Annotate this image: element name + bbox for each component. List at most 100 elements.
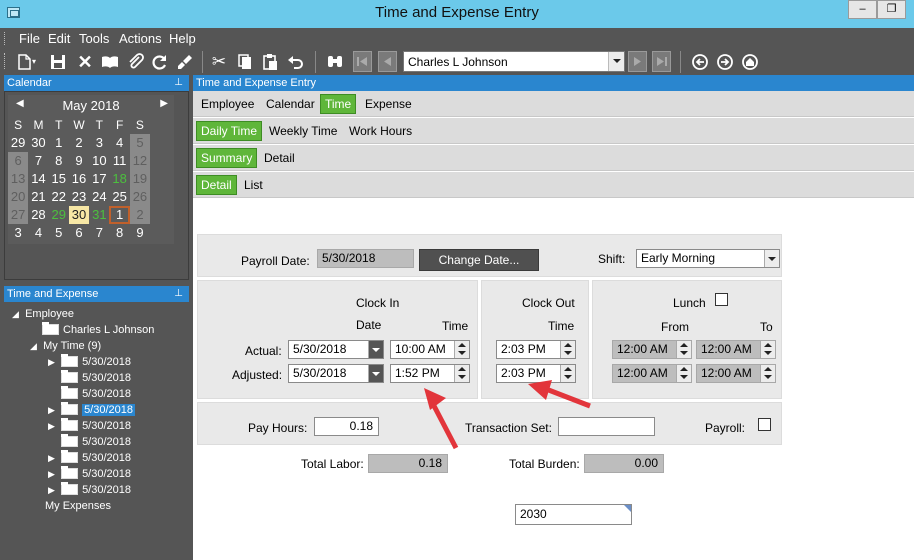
calendar-day[interactable]: 7	[89, 224, 109, 242]
tree-time-entry[interactable]: ▶ 5/30/2018	[48, 466, 131, 482]
shift-combo[interactable]: Early Morning	[636, 249, 780, 268]
calendar-day[interactable]: 17	[89, 170, 109, 188]
calendar-day[interactable]: 9	[130, 224, 150, 242]
previous-record-button[interactable]	[378, 51, 397, 72]
tree-time-entry[interactable]: ▶ 5/30/2018	[48, 482, 131, 498]
payroll-checkbox[interactable]	[758, 418, 771, 431]
lunch-actual-to-field[interactable]: 12:00 AM	[696, 340, 776, 359]
save-icon[interactable]	[48, 52, 68, 72]
tab-time[interactable]: Time	[320, 94, 357, 114]
change-date-button[interactable]: Change Date...	[419, 249, 539, 271]
refresh-icon[interactable]	[150, 52, 170, 72]
calendar-day[interactable]: 27	[8, 206, 29, 224]
actual-out-time-field[interactable]: 2:03 PM	[496, 340, 576, 359]
pin-icon[interactable]: ⊥	[174, 75, 183, 91]
home-icon[interactable]	[740, 52, 760, 72]
first-record-button[interactable]	[353, 51, 372, 72]
binoculars-icon[interactable]	[325, 52, 345, 72]
calendar-day[interactable]: 26	[129, 188, 151, 206]
next-month-icon[interactable]: ▶	[160, 98, 168, 109]
calendar-day[interactable]: 19	[129, 170, 151, 188]
chevron-down-icon[interactable]	[764, 250, 779, 267]
actual-in-time-field[interactable]: 10:00 AM	[390, 340, 470, 359]
menu-tools[interactable]: Tools	[79, 31, 109, 46]
chevron-down-icon[interactable]	[368, 365, 383, 382]
attach-icon[interactable]	[125, 52, 145, 72]
expanded-icon[interactable]: ◢	[30, 338, 40, 354]
cut-icon[interactable]: ✂	[209, 52, 229, 72]
tree-employee[interactable]: Charles L Johnson	[42, 322, 154, 338]
forward-icon[interactable]	[715, 52, 735, 72]
employee-combo[interactable]: Charles L Johnson	[403, 51, 625, 72]
expand-icon[interactable]: ▶	[48, 466, 58, 482]
paste-icon[interactable]	[260, 52, 280, 72]
calendar-day[interactable]: 1	[109, 206, 130, 224]
expand-icon[interactable]: ▶	[48, 402, 58, 418]
code-field[interactable]: 2030	[515, 504, 632, 525]
calendar-day[interactable]: 14	[28, 170, 48, 188]
tab-summary[interactable]: Summary	[196, 148, 258, 168]
undo-icon[interactable]	[286, 52, 306, 72]
time-spinner[interactable]	[676, 341, 691, 358]
back-icon[interactable]	[690, 52, 710, 72]
calendar-day[interactable]: 10	[89, 152, 109, 170]
chevron-down-icon[interactable]	[608, 52, 624, 71]
lunch-adjusted-from-field[interactable]: 12:00 AM	[612, 364, 692, 383]
tab-detail-view[interactable]: Detail	[196, 175, 237, 195]
calendar-day[interactable]: 6	[69, 224, 89, 242]
calendar-day[interactable]: 3	[8, 224, 28, 242]
calendar-day[interactable]: 1	[49, 134, 69, 152]
calendar-day[interactable]: 9	[69, 152, 89, 170]
next-record-button[interactable]	[628, 51, 647, 72]
calendar-day[interactable]: 7	[28, 152, 48, 170]
tab-expense[interactable]: Expense	[361, 94, 416, 114]
time-spinner[interactable]	[676, 365, 691, 382]
time-spinner[interactable]	[454, 341, 469, 358]
chevron-down-icon[interactable]	[368, 341, 383, 358]
expand-icon[interactable]: ▶	[48, 354, 58, 370]
calendar-day[interactable]: 16	[69, 170, 89, 188]
calendar-day[interactable]: 12	[129, 152, 151, 170]
tree-time-entry[interactable]: 5/30/2018	[48, 386, 131, 402]
calendar-day[interactable]: 18	[109, 170, 129, 188]
tab-list[interactable]: List	[240, 175, 267, 195]
calendar-day[interactable]: 29	[8, 134, 28, 152]
tab-employee[interactable]: Employee	[197, 94, 258, 114]
tab-work-hours[interactable]: Work Hours	[345, 121, 416, 141]
tab-weekly-time[interactable]: Weekly Time	[265, 121, 341, 141]
calendar-day[interactable]: 15	[49, 170, 69, 188]
expand-icon[interactable]: ▶	[48, 418, 58, 434]
tree-root[interactable]: ◢ Employee	[12, 306, 74, 322]
calendar-day[interactable]: 11	[109, 152, 129, 170]
calendar-day[interactable]: 29	[49, 206, 69, 224]
pay-hours-field[interactable]: 0.18	[314, 417, 379, 436]
calendar-day[interactable]: 2	[69, 134, 89, 152]
calendar-day[interactable]: 13	[8, 170, 29, 188]
calendar-day[interactable]: 25	[109, 188, 129, 206]
tree-time-entry[interactable]: ▶ 5/30/2018	[48, 418, 131, 434]
tree-my-time[interactable]: ◢ My Time (9)	[30, 338, 101, 354]
calendar-day[interactable]: 8	[49, 152, 69, 170]
calendar-day[interactable]: 28	[28, 206, 48, 224]
payroll-date-field[interactable]: 5/30/2018	[317, 249, 414, 268]
tree-time-entry[interactable]: ▶ 5/30/2018	[48, 402, 135, 418]
tab-detail[interactable]: Detail	[260, 148, 299, 168]
calendar-day[interactable]: 5	[49, 224, 69, 242]
tree-time-entry[interactable]: 5/30/2018	[48, 434, 131, 450]
tab-daily-time[interactable]: Daily Time	[196, 121, 263, 141]
delete-icon[interactable]: ✕	[75, 52, 95, 72]
menu-actions[interactable]: Actions	[119, 31, 162, 46]
calendar-day[interactable]: 22	[49, 188, 69, 206]
calendar-day[interactable]: 30	[68, 206, 90, 224]
calendar-day[interactable]: 2	[129, 206, 151, 224]
tree-time-entry[interactable]: 5/30/2018	[48, 370, 131, 386]
calendar-day[interactable]: 20	[8, 188, 29, 206]
calendar-day[interactable]: 6	[8, 152, 29, 170]
pin-icon[interactable]: ⊥	[174, 286, 183, 302]
calendar-day[interactable]: 24	[89, 188, 109, 206]
calendar-day[interactable]: 30	[28, 134, 48, 152]
lunch-adjusted-to-field[interactable]: 12:00 AM	[696, 364, 776, 383]
book-icon[interactable]	[100, 52, 120, 72]
tree-my-expenses[interactable]: My Expenses	[45, 498, 111, 514]
calendar-day[interactable]: 4	[28, 224, 48, 242]
